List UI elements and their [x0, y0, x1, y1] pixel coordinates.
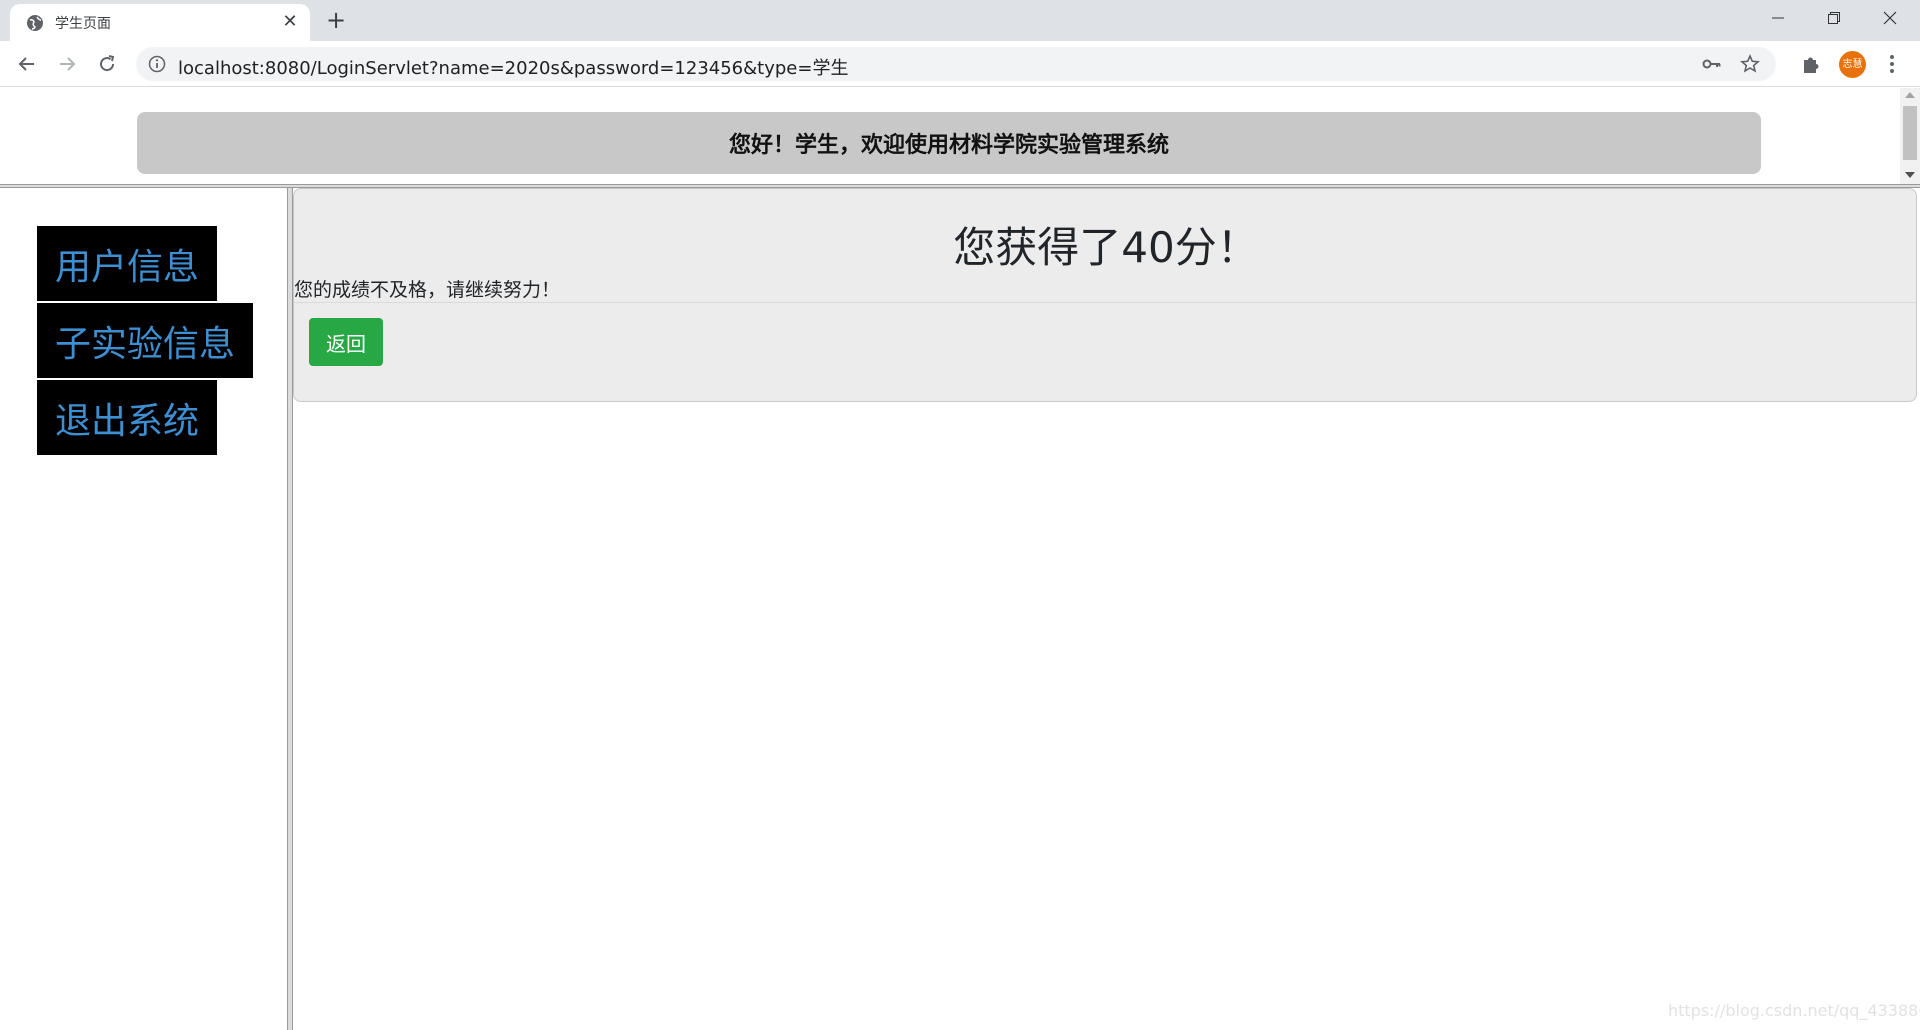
browser-tabstrip: 学生页面 ✕ + [0, 0, 1920, 41]
new-tab-button[interactable]: + [322, 7, 350, 35]
scroll-down-arrow-icon[interactable] [1905, 172, 1915, 178]
more-menu-icon[interactable] [1882, 51, 1902, 77]
welcome-banner: 您好！学生，欢迎使用材料学院实验管理系统 [137, 112, 1761, 174]
minimize-window-button[interactable] [1750, 0, 1806, 36]
watermark: https://blog.csdn.net/qq_43388666 [1668, 1001, 1920, 1020]
scroll-up-arrow-icon[interactable] [1905, 92, 1915, 98]
forward-arrow-icon[interactable] [52, 49, 82, 79]
browser-toolbar: localhost:8080/LoginServlet?name=2020s&p… [0, 41, 1920, 87]
close-tab-icon[interactable]: ✕ [279, 11, 301, 33]
top-frame: 您好！学生，欢迎使用材料学院实验管理系统 [0, 88, 1920, 184]
back-arrow-icon[interactable] [12, 49, 42, 79]
globe-icon [26, 14, 44, 32]
top-frame-scrollbar[interactable] [1900, 88, 1920, 184]
key-icon[interactable] [1702, 55, 1722, 73]
logout-button[interactable]: 退出系统 [37, 380, 218, 455]
close-window-button[interactable] [1862, 0, 1918, 36]
scrollbar-thumb[interactable] [1903, 106, 1917, 160]
bookmark-star-icon[interactable] [1740, 53, 1760, 74]
content-frame: 您获得了40分！ 您的成绩不及格，请继续努力！ 返回 [293, 188, 1920, 1030]
score-title: 您获得了40分！ [953, 223, 1259, 272]
reload-icon[interactable] [92, 49, 122, 79]
info-icon[interactable] [148, 55, 166, 73]
address-bar[interactable]: localhost:8080/LoginServlet?name=2020s&p… [136, 47, 1776, 81]
profile-avatar[interactable]: 志慧 [1839, 51, 1866, 78]
score-card: 您获得了40分！ 您的成绩不及格，请继续努力！ 返回 [293, 188, 1917, 402]
card-divider [294, 302, 1916, 303]
user-info-button[interactable]: 用户信息 [37, 226, 218, 301]
restore-window-button[interactable] [1806, 0, 1862, 36]
browser-tab[interactable]: 学生页面 ✕ [10, 4, 310, 41]
left-nav-frame: 用户信息 子实验信息 退出系统 [0, 188, 287, 1030]
tab-title: 学生页面 [55, 16, 111, 32]
extensions-puzzle-icon[interactable] [1800, 54, 1822, 76]
url-text[interactable]: localhost:8080/LoginServlet?name=2020s&p… [178, 54, 848, 80]
welcome-text: 您好！学生，欢迎使用材料学院实验管理系统 [728, 133, 1169, 158]
score-message: 您的成绩不及格，请继续努力！ [294, 279, 561, 301]
sub-experiment-info-button[interactable]: 子实验信息 [37, 303, 254, 378]
back-button[interactable]: 返回 [309, 318, 383, 366]
